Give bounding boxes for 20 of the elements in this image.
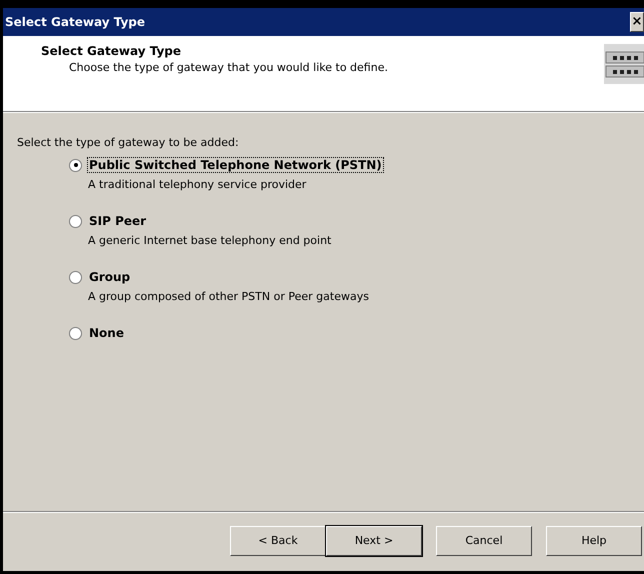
option-label[interactable]: Public Switched Telephone Network (PSTN) [87, 157, 384, 173]
option-label[interactable]: None [87, 325, 126, 341]
header-title: Select Gateway Type [41, 44, 182, 58]
radio-button[interactable] [69, 158, 82, 172]
dialog-button[interactable]: Next > [326, 526, 422, 556]
close-button[interactable]: × [630, 12, 644, 32]
radio-button[interactable] [69, 326, 82, 340]
window-title: Select Gateway Type [5, 15, 146, 29]
dialog-button[interactable]: Cancel [436, 526, 532, 556]
option-label[interactable]: SIP Peer [87, 213, 148, 229]
option-label[interactable]: Group [87, 269, 132, 285]
radio-button[interactable] [69, 270, 82, 284]
option-description: A generic Internet base telephony end point [87, 234, 332, 247]
header-subtitle: Choose the type of gateway that you would like to define. [68, 61, 388, 74]
dialog-button[interactable]: Help [546, 526, 642, 556]
option-description: A group composed of other PSTN or Peer gateways [87, 290, 370, 303]
option-description: A traditional telephony service provider [87, 178, 308, 191]
radio-button[interactable] [69, 214, 82, 228]
dialog-button[interactable]: < Back [230, 526, 326, 556]
prompt-text: Select the type of gateway to be added: [17, 136, 240, 149]
